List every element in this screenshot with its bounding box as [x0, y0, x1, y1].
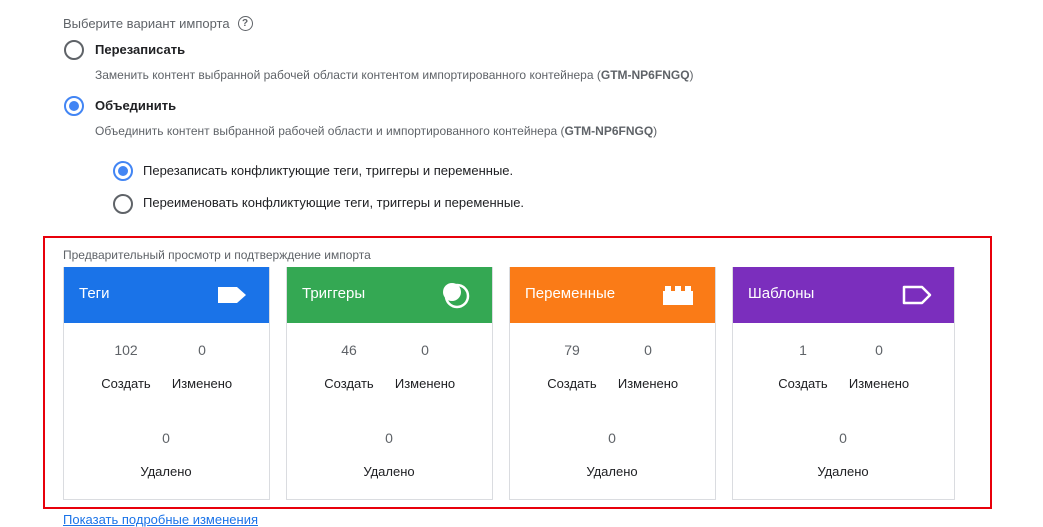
variables-card-title: Переменные [525, 285, 616, 302]
triggers-deleted-label: Удалено [363, 464, 415, 479]
tags-modified-count: 0 [198, 342, 206, 358]
overwrite-description: Заменить контент выбранной рабочей облас… [95, 68, 694, 82]
merge-title: Объединить [95, 98, 177, 113]
variables-created-count: 79 [564, 342, 580, 358]
variables-modified-label: Изменено [617, 376, 679, 391]
templates-created-count: 1 [799, 342, 807, 358]
templates-deleted-label: Удалено [817, 464, 869, 479]
overwrite-title: Перезаписать [95, 42, 186, 57]
tags-deleted-label: Удалено [140, 464, 192, 479]
show-details-link[interactable]: Показать подробные изменения [63, 512, 258, 527]
rename-conflicts-radio[interactable] [113, 194, 133, 214]
merge-description: Объединить контент выбранной рабочей обл… [95, 124, 658, 138]
overwrite-radio[interactable] [64, 40, 84, 60]
variables-card: Переменные 79 0 Создать Изменено 0 Удале… [509, 267, 716, 500]
overwrite-conflicts-radio[interactable] [113, 161, 133, 181]
variables-deleted-count: 0 [608, 430, 616, 446]
merge-container-id: GTM-NP6FNGQ [564, 124, 654, 138]
tags-modified-label: Изменено [171, 376, 233, 391]
variable-block-icon [661, 280, 695, 310]
tag-icon [215, 280, 249, 310]
overwrite-container-id: GTM-NP6FNGQ [600, 68, 690, 82]
preview-label: Предварительный просмотр и подтверждение… [63, 248, 371, 262]
triggers-card-header: Триггеры [287, 267, 492, 323]
rename-conflicts-label: Переименовать конфликтующие теги, тригге… [143, 195, 525, 210]
templates-modified-count: 0 [875, 342, 883, 358]
trigger-icon [438, 280, 472, 310]
templates-card-header: Шаблоны [733, 267, 954, 323]
variables-modified-count: 0 [644, 342, 652, 358]
merge-radio[interactable] [64, 96, 84, 116]
templates-deleted-count: 0 [839, 430, 847, 446]
templates-card: Шаблоны 1 0 Создать Изменено 0 Удалено [732, 267, 955, 500]
variables-card-header: Переменные [510, 267, 715, 323]
triggers-created-count: 46 [341, 342, 357, 358]
triggers-card: Триггеры 46 0 Создать Изменено 0 Удалено [286, 267, 493, 500]
triggers-modified-count: 0 [421, 342, 429, 358]
tags-card: Теги 102 0 Создать Изменено 0 Удалено [63, 267, 270, 500]
import-option-label: Выберите вариант импорта ? [63, 16, 253, 31]
tags-created-count: 102 [114, 342, 138, 358]
help-icon[interactable]: ? [237, 16, 253, 31]
triggers-deleted-count: 0 [385, 430, 393, 446]
triggers-modified-label: Изменено [394, 376, 456, 391]
tags-card-title: Теги [79, 285, 110, 302]
variables-deleted-label: Удалено [586, 464, 638, 479]
template-tag-icon [900, 280, 934, 310]
import-option-label-text: Выберите вариант импорта [63, 16, 230, 31]
templates-card-title: Шаблоны [748, 285, 815, 302]
templates-modified-label: Изменено [848, 376, 910, 391]
tags-card-header: Теги [64, 267, 269, 323]
tags-deleted-count: 0 [162, 430, 170, 446]
triggers-card-title: Триггеры [302, 285, 366, 302]
overwrite-conflicts-label: Перезаписать конфликтующие теги, триггер… [143, 163, 514, 178]
